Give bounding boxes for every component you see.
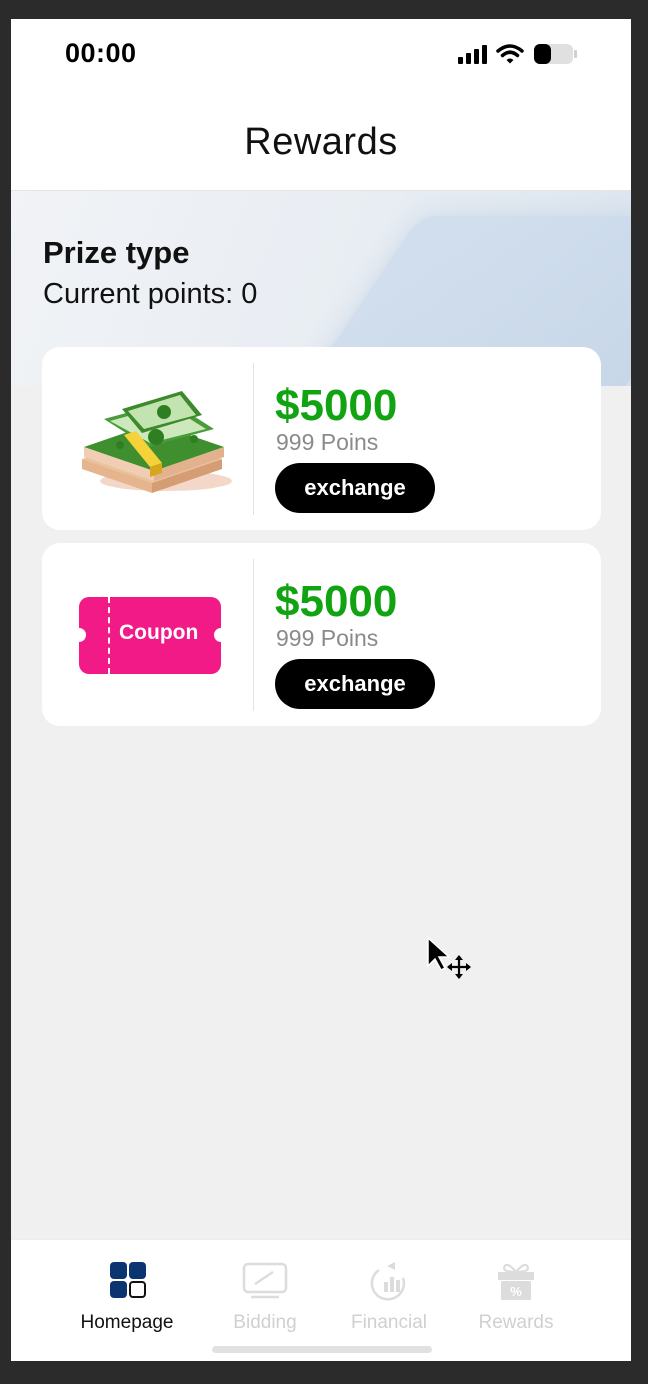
cellular-signal-icon — [458, 44, 487, 64]
wifi-icon — [496, 43, 524, 63]
nav-header: Rewards — [11, 91, 631, 191]
battery-icon — [534, 44, 577, 64]
monitor-icon — [242, 1262, 288, 1299]
grid-icon — [110, 1262, 146, 1298]
tab-label: Bidding — [233, 1312, 297, 1333]
status-time: 00:00 — [65, 38, 137, 68]
tab-homepage[interactable]: Homepage — [62, 1260, 192, 1334]
bottom-tab-bar: Homepage Bidding Financial % Rewards — [11, 1239, 631, 1361]
tab-rewards[interactable]: % Rewards — [451, 1260, 581, 1334]
prize-type-heading: Prize type — [43, 235, 190, 270]
phone-screen: 00:00 Rewards Prize type Current points:… — [11, 19, 631, 1361]
cash-stack-image — [82, 391, 232, 493]
move-cursor-icon — [427, 937, 471, 979]
reward-points-cost: 999 Poins — [276, 429, 379, 455]
page-title: Rewards — [244, 121, 398, 163]
reward-price: $5000 — [275, 577, 398, 626]
exchange-button[interactable]: exchange — [275, 659, 435, 709]
chart-icon — [370, 1262, 406, 1301]
reward-points-cost: 999 Poins — [276, 625, 379, 651]
reward-card: $5000 999 Poins exchange — [42, 347, 601, 530]
status-icons — [458, 43, 579, 65]
gift-icon: % — [498, 1263, 534, 1300]
svg-text:%: % — [510, 1284, 522, 1299]
exchange-button[interactable]: exchange — [275, 463, 435, 513]
tab-label: Rewards — [478, 1312, 554, 1333]
tab-label: Homepage — [80, 1312, 174, 1333]
tab-financial[interactable]: Financial — [324, 1260, 454, 1334]
tab-label: Financial — [350, 1312, 428, 1333]
card-divider — [253, 559, 254, 711]
status-bar: 00:00 — [11, 19, 631, 91]
card-divider — [253, 363, 254, 515]
coupon-ticket-image: Coupon — [72, 597, 228, 674]
reward-card: Coupon $5000 999 Poins exchange — [42, 543, 601, 726]
coupon-label: Coupon — [119, 621, 199, 644]
current-points: Current points: 0 — [43, 278, 258, 310]
home-indicator — [212, 1346, 432, 1353]
tab-bidding[interactable]: Bidding — [200, 1260, 330, 1334]
coupon-perforation — [108, 597, 110, 674]
reward-price: $5000 — [275, 381, 398, 430]
